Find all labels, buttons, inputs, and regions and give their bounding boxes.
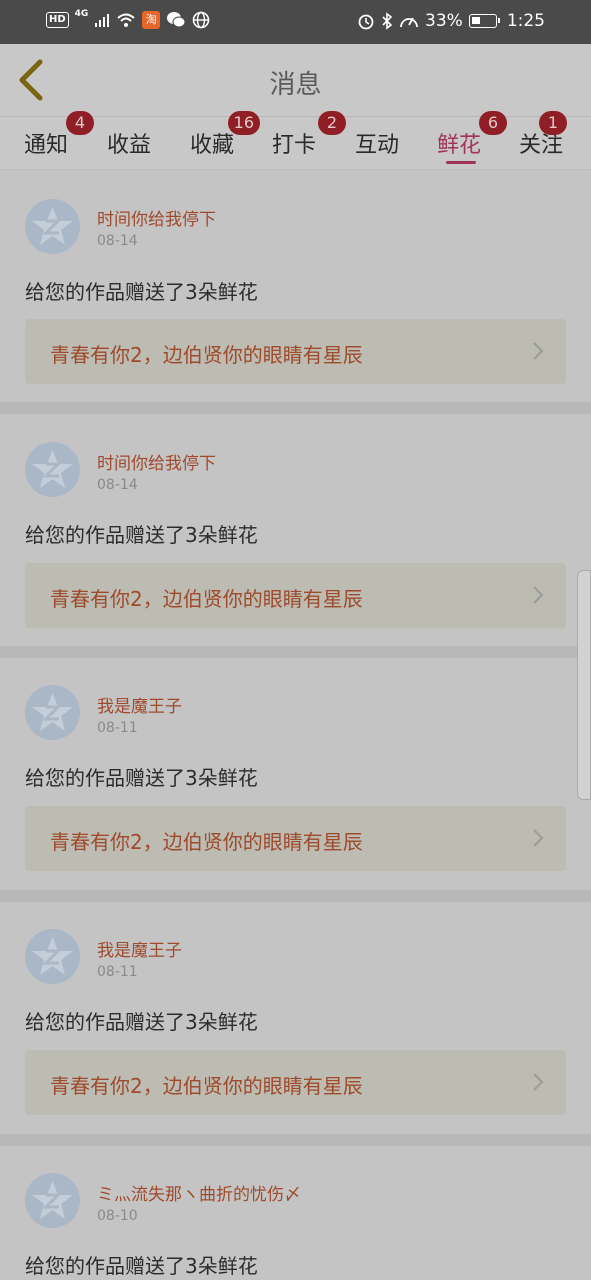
message-date: 08-11 — [97, 964, 138, 980]
sender-name[interactable]: 时间你给我停下 — [97, 449, 216, 474]
sender-name[interactable]: 时间你给我停下 — [97, 205, 216, 230]
message-card: ミ灬流失那ヽ曲折的忧伤〆 08-10 给您的作品赠送了3朵鲜花 — [0, 1146, 591, 1280]
work-link[interactable]: 青春有你2，边伯贤你的眼睛有星辰 — [25, 806, 566, 871]
tab-bar: 通知 4 收益 收藏 16 打卡 2 互动 鲜花 6 关注 1 — [0, 111, 591, 169]
bluetooth-icon — [382, 12, 393, 30]
speed-icon — [400, 17, 418, 28]
work-title: 青春有你2，边伯贤你的眼睛有星辰 — [50, 1074, 363, 1098]
chevron-right-icon — [533, 829, 544, 847]
tab-favorites[interactable]: 收藏 16 — [190, 111, 261, 159]
work-title: 青春有你2，边伯贤你的眼睛有星辰 — [50, 587, 363, 611]
avatar[interactable] — [25, 685, 80, 740]
star-avatar-icon — [32, 1181, 73, 1219]
avatar[interactable] — [25, 199, 80, 254]
tab-checkin[interactable]: 打卡 2 — [272, 111, 347, 159]
message-card: 我是魔王子 08-11 给您的作品赠送了3朵鲜花 青春有你2，边伯贤你的眼睛有星… — [0, 658, 591, 890]
signal-icon — [95, 14, 110, 27]
active-tab-indicator — [446, 161, 476, 164]
tab-label: 打卡 — [272, 133, 317, 158]
tab-flowers[interactable]: 鲜花 6 — [437, 111, 508, 159]
chevron-right-icon — [533, 586, 544, 604]
chevron-right-icon — [533, 1073, 544, 1091]
chevron-right-icon — [533, 342, 544, 360]
taobao-icon: 淘 — [142, 11, 161, 29]
avatar[interactable] — [25, 442, 80, 497]
wifi-icon — [117, 13, 135, 27]
count-badge: 4 — [66, 111, 95, 135]
tab-follow[interactable]: 关注 1 — [519, 111, 568, 159]
count-badge: 2 — [318, 111, 347, 135]
battery-icon — [468, 14, 500, 28]
message-date: 08-14 — [97, 477, 138, 493]
message-card: 时间你给我停下 08-14 给您的作品赠送了3朵鲜花 青春有你2，边伯贤你的眼睛… — [0, 414, 591, 646]
title-bar: 消息 — [0, 44, 591, 117]
tab-label: 收益 — [107, 133, 152, 158]
message-date: 08-14 — [97, 233, 138, 249]
star-avatar-icon — [32, 450, 73, 488]
message-text: 给您的作品赠送了3朵鲜花 — [25, 1010, 258, 1034]
tab-label: 鲜花 — [437, 133, 482, 158]
message-date: 08-11 — [97, 720, 138, 736]
hd-icon: HD — [46, 12, 69, 28]
divider — [0, 1134, 591, 1146]
tab-label: 关注 — [519, 133, 564, 158]
work-link[interactable]: 青春有你2，边伯贤你的眼睛有星辰 — [25, 1050, 566, 1115]
message-date: 08-10 — [97, 1208, 138, 1224]
clock-time: 1:25 — [506, 11, 545, 31]
tab-label: 通知 — [24, 133, 69, 158]
sender-name[interactable]: 我是魔王子 — [97, 692, 182, 717]
sender-name[interactable]: ミ灬流失那ヽ曲折的忧伤〆 — [97, 1180, 301, 1205]
message-text: 给您的作品赠送了3朵鲜花 — [25, 280, 258, 304]
status-bar: HD 4G 淘 33% 1:25 — [0, 0, 591, 44]
divider — [0, 890, 591, 902]
work-title: 青春有你2，边伯贤你的眼睛有星辰 — [50, 830, 363, 854]
avatar[interactable] — [25, 1173, 80, 1228]
tab-label: 互动 — [355, 133, 400, 158]
wechat-icon — [167, 12, 186, 28]
work-title: 青春有你2，边伯贤你的眼睛有星辰 — [50, 343, 363, 367]
page-title: 消息 — [269, 70, 322, 100]
count-badge: 16 — [227, 111, 261, 135]
tab-earnings[interactable]: 收益 — [107, 127, 151, 159]
battery-percent: 33% — [425, 11, 463, 31]
star-avatar-icon — [32, 937, 73, 975]
star-avatar-icon — [32, 207, 73, 245]
message-text: 给您的作品赠送了3朵鲜花 — [25, 523, 258, 547]
divider — [0, 402, 591, 414]
message-text: 给您的作品赠送了3朵鲜花 — [25, 1254, 258, 1278]
work-link[interactable]: 青春有你2，边伯贤你的眼睛有星辰 — [25, 319, 566, 384]
sender-name[interactable]: 我是魔王子 — [97, 936, 182, 961]
divider — [0, 646, 591, 658]
globe-icon — [193, 11, 210, 29]
count-badge: 6 — [479, 111, 508, 135]
star-avatar-icon — [32, 693, 73, 731]
message-card: 时间你给我停下 08-14 给您的作品赠送了3朵鲜花 青春有你2，边伯贤你的眼睛… — [0, 170, 591, 402]
tab-interaction[interactable]: 互动 — [355, 127, 399, 159]
network-label: 4G — [74, 9, 89, 19]
tab-label: 收藏 — [190, 133, 235, 158]
work-link[interactable]: 青春有你2，边伯贤你的眼睛有星辰 — [25, 563, 566, 628]
tab-notice[interactable]: 通知 4 — [24, 111, 95, 159]
count-badge: 1 — [539, 111, 568, 135]
alarm-icon — [358, 14, 374, 30]
avatar[interactable] — [25, 929, 80, 984]
message-card: 我是魔王子 08-11 给您的作品赠送了3朵鲜花 青春有你2，边伯贤你的眼睛有星… — [0, 902, 591, 1134]
message-text: 给您的作品赠送了3朵鲜花 — [25, 766, 258, 790]
scrollbar[interactable] — [577, 570, 591, 800]
